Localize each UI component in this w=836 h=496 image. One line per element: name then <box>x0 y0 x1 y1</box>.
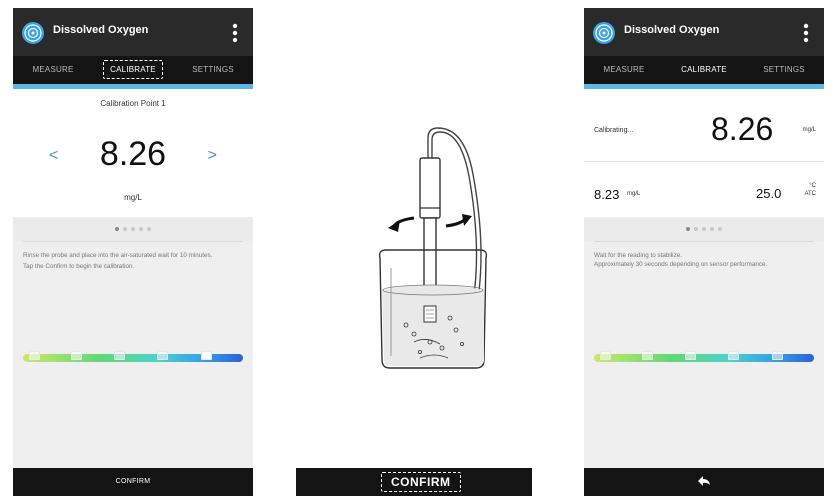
tab-calibrate[interactable]: CALIBRATE <box>664 56 744 84</box>
tab-measure[interactable]: MEASURE <box>584 56 664 84</box>
probe-in-beaker-illustration <box>378 127 488 369</box>
tab-settings[interactable]: SETTINGS <box>173 56 253 84</box>
calibration-scale <box>594 351 814 363</box>
instruction-line: Rinse the probe and place into the air-s… <box>23 252 213 259</box>
bottom-nav-bar <box>584 468 824 496</box>
more-options-icon[interactable] <box>796 21 816 45</box>
confirm-button[interactable]: CONFIRM <box>13 468 253 496</box>
app-bar: Dissolved Oxygen <box>584 8 824 56</box>
calibration-status: Calibrating... <box>594 127 634 134</box>
back-arrow-icon[interactable] <box>696 475 712 487</box>
calibration-value: 8.26 <box>711 111 774 147</box>
temperature-unit-block: °C ATC <box>804 182 816 198</box>
next-point-button[interactable]: > <box>208 147 217 165</box>
calibration-status-panel: Calibrating... 8.26 mg/L 8.23 mg/L 25.0 … <box>584 89 824 217</box>
scale-marker <box>642 351 653 360</box>
instruction-area: Rinse the probe and place into the air-s… <box>13 241 253 496</box>
more-options-icon[interactable] <box>225 21 245 45</box>
center-confirm-bar: CONFIRM <box>296 468 532 496</box>
page-dot <box>694 227 698 231</box>
instruction-line: Tap the Confirm to begin the calibration… <box>23 262 135 270</box>
app-title: Dissolved Oxygen <box>53 24 149 36</box>
app-title: Dissolved Oxygen <box>624 24 720 36</box>
page-dot <box>139 227 143 231</box>
tab-bar: MEASURE CALIBRATE SETTINGS <box>584 56 824 84</box>
scale-marker <box>114 351 125 360</box>
page-dot <box>710 227 714 231</box>
page-dot <box>123 227 127 231</box>
instructions: Rinse the probe and place into the air-s… <box>13 242 253 271</box>
page-dot <box>115 227 119 231</box>
calibration-panel: Calibration Point 1 < 8.26 > mg/L <box>13 89 253 217</box>
scale-marker <box>600 351 611 360</box>
instruction-area: Wait for the reading to stabilize. Appro… <box>584 241 824 496</box>
calibration-scale <box>23 351 243 363</box>
page-dot <box>718 227 722 231</box>
scale-marker <box>71 351 82 360</box>
instruction-line: Approximately 30 seconds depending on se… <box>594 260 768 268</box>
page-indicator <box>584 217 824 241</box>
temperature-value: 25.0 <box>756 186 782 201</box>
page-dot <box>131 227 135 231</box>
page-dot <box>686 227 690 231</box>
app-bar: Dissolved Oxygen <box>13 8 253 56</box>
page-dot <box>147 227 151 231</box>
divider <box>584 161 824 162</box>
scale-marker <box>157 351 168 360</box>
calibration-unit: mg/L <box>802 127 816 133</box>
current-reading-unit: mg/L <box>627 191 641 197</box>
tab-settings[interactable]: SETTINGS <box>744 56 824 84</box>
temperature-mode: ATC <box>804 191 816 197</box>
page-dot <box>702 227 706 231</box>
instructions: Wait for the reading to stabilize. Appro… <box>584 242 824 269</box>
scale-marker <box>29 351 40 360</box>
calibration-point-label: Calibration Point 1 <box>100 99 166 108</box>
instruction-line: Wait for the reading to stabilize. <box>594 252 682 259</box>
right-phone-screen: Dissolved Oxygen MEASURE CALIBRATE SETTI… <box>584 8 824 496</box>
tab-measure[interactable]: MEASURE <box>13 56 93 84</box>
left-phone-screen: Dissolved Oxygen MEASURE CALIBRATE SETTI… <box>13 8 253 496</box>
tab-calibrate-label: CALIBRATE <box>103 60 163 79</box>
scale-marker <box>728 351 739 360</box>
tab-bar: MEASURE CALIBRATE SETTINGS <box>13 56 253 84</box>
current-reading: 8.23 <box>594 187 620 202</box>
scale-marker <box>772 351 783 360</box>
temperature-unit: °C <box>809 183 816 189</box>
app-logo-icon <box>593 22 615 44</box>
calibration-value: 8.26 <box>99 135 167 173</box>
confirm-button[interactable]: CONFIRM <box>381 472 461 492</box>
scale-marker <box>685 351 696 360</box>
tab-calibrate[interactable]: CALIBRATE <box>93 56 173 84</box>
app-logo-icon <box>22 22 44 44</box>
page-indicator <box>13 217 253 241</box>
scale-marker <box>201 351 212 360</box>
calibration-unit: mg/L <box>124 193 142 202</box>
